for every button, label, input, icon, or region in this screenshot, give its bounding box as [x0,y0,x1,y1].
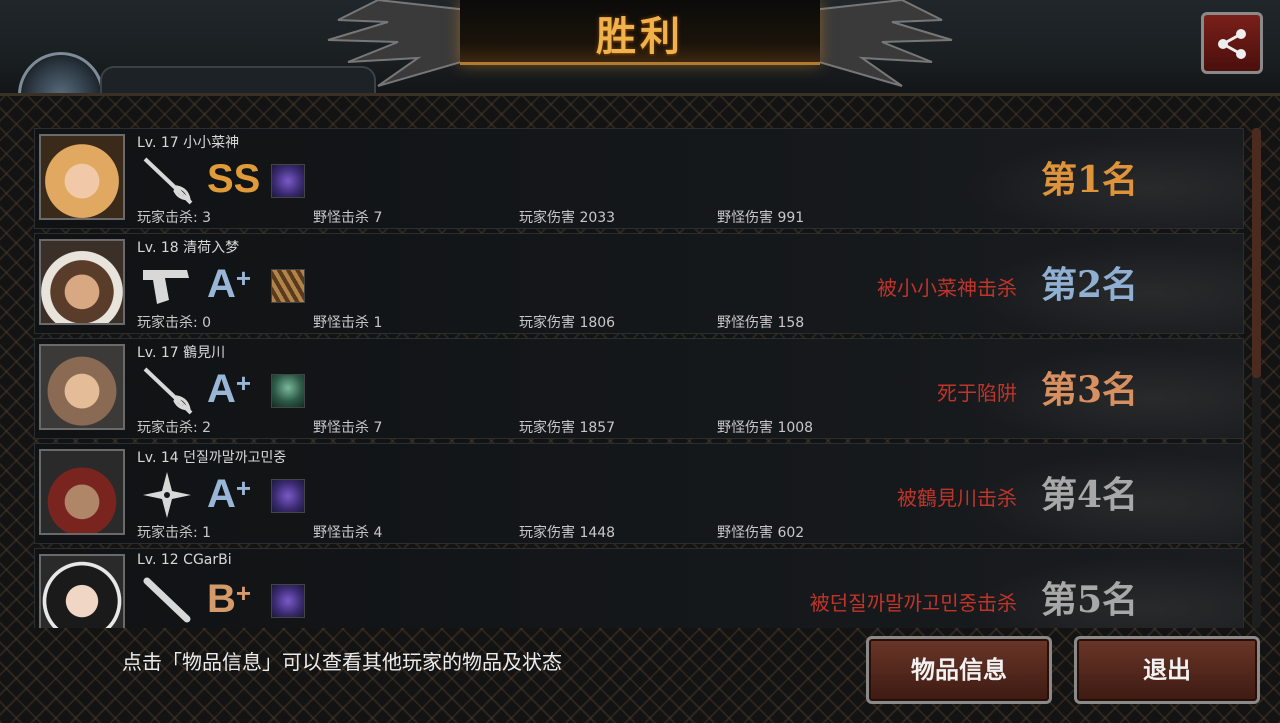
player-row[interactable]: Lv. 14 던질까말까고민중 A+ 玩家击杀: 1 野怪击杀 4 玩家伤害 1… [34,443,1244,544]
player-row[interactable]: Lv. 18 清荷入梦 A+ 玩家击杀: 0 野怪击杀 1 玩家伤害 1806 … [34,233,1244,334]
grade-letter: A [207,367,236,411]
player-damage: 玩家伤害 1806 [519,315,616,331]
purple-pistol-icon[interactable] [271,164,305,198]
player-kills: 玩家击杀: 0 [137,315,212,331]
monster-damage: 野怪伤害 1008 [717,420,814,436]
scroll-thumb[interactable] [1252,128,1261,378]
baseball-cap-avatar [39,449,125,535]
left-wing-emblem-icon [327,0,468,87]
shuriken-icon [139,470,195,520]
rank-label: 第5名 [1041,579,1139,621]
green-figure-icon[interactable] [271,374,305,408]
results-scrollbar[interactable] [1252,128,1261,628]
maid-girl-avatar [39,554,125,628]
player-row[interactable]: Lv. 17 鶴見川 A+ 玩家击杀: 2 野怪击杀 7 玩家伤害 1857 野… [34,338,1244,439]
grade-badge: SS [207,157,260,201]
death-status: 被던질까말까고민중击杀 [809,591,1017,615]
player-damage: 玩家伤害 1448 [519,525,616,541]
player-level-name: Lv. 12 CGarBi [137,552,232,568]
grade-plus: + [235,368,252,398]
right-wing-emblem-icon [812,0,953,87]
rapier-icon [139,365,195,415]
cap-boy-avatar [39,239,125,325]
player-level-name: Lv. 17 鶴見川 [137,345,226,361]
blonde-girl-avatar [39,134,125,220]
player-kills: 玩家击杀: 3 [137,210,212,226]
rank-label: 第2名 [1041,264,1139,306]
grade-badge: A+ [207,262,251,306]
rank-label: 第4名 [1041,474,1139,516]
share-button[interactable] [1201,12,1263,74]
death-status: 被小小菜神击杀 [877,276,1017,300]
grade-plus: + [235,473,252,503]
rapier-icon [139,155,195,205]
monster-damage: 野怪伤害 602 [717,525,805,541]
death-status: 被鶴見川击杀 [897,486,1017,510]
death-status: 死于陷阱 [937,381,1017,405]
grade-letter: SS [207,157,261,201]
player-level-name: Lv. 18 清荷入梦 [137,240,240,256]
monster-kills: 野怪击杀 7 [313,210,383,226]
results-list[interactable]: Lv. 17 小小菜神 SS 玩家击杀: 3 野怪击杀 7 玩家伤害 2033 … [34,128,1244,628]
monster-kills: 野怪击杀 4 [313,525,383,541]
glasses-man-avatar [39,344,125,430]
monster-damage: 野怪伤害 991 [717,210,805,226]
grade-letter: A [207,472,236,516]
player-damage: 玩家伤害 1857 [519,420,616,436]
grade-badge: A+ [207,367,251,411]
player-level-name: Lv. 17 小小菜神 [137,135,240,151]
exit-button[interactable]: 退出 [1074,636,1260,704]
monster-damage: 野怪伤害 158 [717,315,805,331]
purple-pistol-icon[interactable] [271,479,305,513]
player-level-name: Lv. 14 던질까말까고민중 [137,450,287,466]
ammo-box-icon[interactable] [271,269,305,303]
player-row[interactable]: Lv. 17 小小菜神 SS 玩家击杀: 3 野怪击杀 7 玩家伤害 2033 … [34,128,1244,229]
grade-badge: B+ [207,577,251,621]
player-kills: 玩家击杀: 1 [137,525,212,541]
player-damage: 玩家伤害 2033 [519,210,616,226]
monster-kills: 野怪击杀 7 [313,420,383,436]
grade-plus: + [235,578,252,608]
item-info-button[interactable]: 物品信息 [866,636,1052,704]
share-icon [1218,29,1246,59]
player-row[interactable]: Lv. 12 CGarBi B+ 被던질까말까고민중击杀 第5名 [34,548,1244,628]
grade-letter: A [207,262,236,306]
purple-pistol-icon[interactable] [271,584,305,618]
player-kills: 玩家击杀: 2 [137,420,212,436]
monster-kills: 野怪击杀 1 [313,315,383,331]
rank-label: 第3名 [1041,369,1139,411]
rank-label: 第1名 [1041,159,1139,201]
pistol-icon [139,260,195,310]
grade-badge: A+ [207,472,251,516]
victory-title-plate: 胜利 [460,0,820,65]
page-title: 胜利 [596,13,684,60]
grade-letter: B [207,577,236,621]
hint-text: 点击「物品信息」可以查看其他玩家的物品及状态 [122,650,562,674]
grade-plus: + [235,263,252,293]
bat-icon [139,575,195,625]
